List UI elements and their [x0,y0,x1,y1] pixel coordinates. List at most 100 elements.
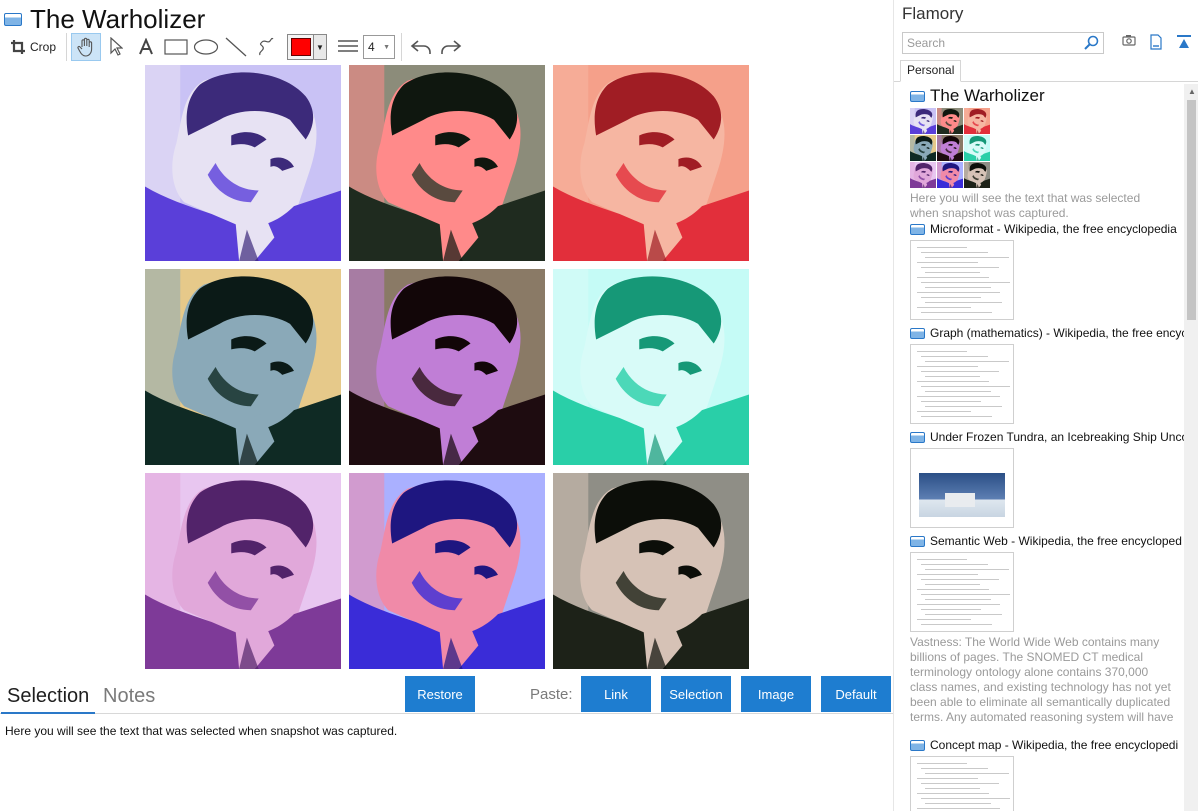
flamory-sidebar: Flamory Search Personal The Warholizer H… [893,0,1198,811]
freehand-icon [259,37,274,56]
warhol-tile[interactable] [553,269,749,465]
mini-tile [964,108,990,134]
thumbnail-text-line [925,773,1009,774]
thumbnail-text-line [925,599,991,600]
list-item[interactable]: Graph (mathematics) - Wikipedia, the fre… [910,324,1184,424]
paste-link-button[interactable]: Link [581,676,651,712]
editor-pane: The Warholizer Crop ▼ 4 ▼ Selection Note… [0,0,893,811]
ellipse-tool-button[interactable] [191,33,221,61]
thumbnail-text-line [925,569,1009,570]
list-item-title: The Warholizer [930,86,1045,105]
toolbar-divider [401,33,402,61]
sidebar-scrollbar[interactable]: ▲ [1184,84,1198,811]
thumbnail-text-line [917,778,978,779]
thumbnail-text-line [921,282,1010,283]
webpage-thumbnail [910,552,1014,632]
snapshot-icon [910,90,925,102]
undo-button[interactable] [406,33,436,61]
color-picker[interactable]: ▼ [287,34,327,60]
collapse-to-top-icon[interactable] [1176,34,1192,50]
rectangle-tool-button[interactable] [161,33,191,61]
page-title: The Warholizer [30,3,206,34]
list-item-title: Under Frozen Tundra, an Icebreaking Ship… [930,430,1184,444]
thumbnail-text-line [917,604,1000,605]
camera-icon[interactable] [1122,34,1136,46]
list-item[interactable]: Concept map - Wikipedia, the free encycl… [910,736,1184,811]
warhol-tile[interactable] [145,65,341,261]
paste-selection-button[interactable]: Selection [661,676,731,712]
paste-image-button[interactable]: Image [741,676,811,712]
tab-selection[interactable]: Selection [1,682,96,714]
paste-default-button[interactable]: Default [821,676,891,712]
list-item[interactable]: Under Frozen Tundra, an Icebreaking Ship… [910,428,1184,528]
select-tool-button[interactable] [101,33,131,61]
thumbnail-text-line [921,267,999,268]
paste-label: Paste: [530,686,573,703]
tab-notes[interactable]: Notes [97,682,161,714]
line-tool-button[interactable] [221,33,251,61]
list-item-header: Semantic Web - Wikipedia, the free encyc… [910,532,1184,550]
warhol-tile[interactable] [145,473,341,669]
hand-tool-button[interactable] [71,33,101,61]
thumbnail-text-line [921,564,988,565]
snapshot-icon [910,223,925,235]
search-input[interactable]: Search [902,32,1104,54]
thumbnail-text-line [921,579,999,580]
thumbnail-text-line [917,351,967,352]
snapshot-excerpt: Here you will see the text that was sele… [910,191,1141,220]
warhol-tile[interactable] [349,65,545,261]
search-icon[interactable] [1083,35,1099,51]
warhol-tile[interactable] [349,269,545,465]
list-item-header: Microformat - Wikipedia, the free encycl… [910,220,1184,238]
line-icon [225,37,247,57]
thumbnail-text-line [925,302,1002,303]
color-swatch [291,38,311,56]
hand-icon [77,37,93,57]
list-item[interactable]: Microformat - Wikipedia, the free encycl… [910,220,1184,320]
list-item[interactable]: The Warholizer Here you will see the tex… [910,86,1184,221]
thumbnail-text-line [917,793,989,794]
webpage-thumbnail [910,240,1014,320]
list-item[interactable]: Semantic Web - Wikipedia, the free encyc… [910,532,1184,726]
warhol-tile[interactable] [349,473,545,669]
warhol-tile[interactable] [553,473,749,669]
snapshot-icon [910,431,925,443]
warhol-image-grid[interactable] [145,65,749,669]
thumbnail-text-line [925,614,1002,615]
freehand-tool-button[interactable] [251,33,281,61]
selection-text[interactable]: Here you will see the text that was sele… [5,724,397,738]
redo-button[interactable] [436,33,466,61]
thumbnail-text-line [921,356,988,357]
warhol-tile[interactable] [553,65,749,261]
mini-tile [910,108,936,134]
thumbnail-text-line [921,416,992,417]
mini-tile [937,108,963,134]
thumbnail-text-line [925,376,980,377]
warhol-tile[interactable] [145,269,341,465]
thumbnail-text-line [921,312,992,313]
crop-icon [10,40,25,54]
restore-button[interactable]: Restore [405,676,475,712]
sidebar-tabs: Personal [894,60,1198,82]
line-width-button[interactable] [333,33,363,61]
thumbnail-text-line [921,401,981,402]
ship-shape [945,493,975,507]
stroke-width-select[interactable]: 4 ▼ [363,35,395,59]
scrollbar-thumb[interactable] [1187,100,1196,320]
thumbnail-text-line [917,292,1000,293]
snapshot-thumbnail [910,108,1184,188]
text-tool-button[interactable] [131,33,161,61]
thumbnail-text-line [921,768,988,769]
thumbnail-text-line [917,559,967,560]
thumbnail-text-line [925,788,980,789]
webpage-thumbnail [910,344,1014,424]
list-item-title: Microformat - Wikipedia, the free encycl… [930,222,1177,236]
thumbnail-text-line [925,391,991,392]
snapshot-icon [910,327,925,339]
crop-button[interactable]: Crop [4,33,62,61]
document-icon[interactable] [1150,34,1162,50]
redo-icon [441,40,462,54]
thumbnail-text-line [917,574,978,575]
scroll-up-icon[interactable]: ▲ [1188,87,1196,96]
tab-personal[interactable]: Personal [900,60,962,82]
